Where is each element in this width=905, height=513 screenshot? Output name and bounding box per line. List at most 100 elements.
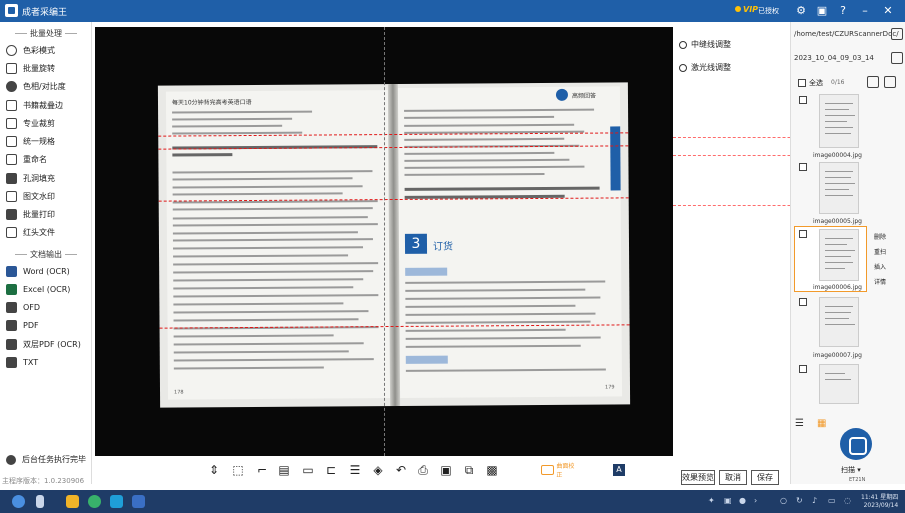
list-view-icon[interactable]: ☰ (795, 418, 804, 429)
context-details[interactable]: 详情 (874, 277, 886, 286)
excel-icon (6, 283, 17, 295)
radio-icon (679, 63, 687, 72)
file-manager-icon[interactable] (66, 495, 79, 508)
left-page-header: 每天10分钟背完高考英语口语 (171, 98, 252, 107)
context-delete[interactable]: 删除 (874, 232, 886, 241)
settings-gear-icon[interactable]: ⚙ (793, 3, 809, 19)
close-icon[interactable]: ✕ (880, 3, 896, 19)
tray-app-icon[interactable]: ● (739, 496, 746, 505)
check-circle-icon (6, 454, 16, 465)
thumb-checkbox[interactable] (799, 230, 807, 238)
menu-rename[interactable]: 重命名 (6, 151, 92, 167)
context-rescan[interactable]: 重扫 (874, 247, 886, 256)
tray-search-icon[interactable]: ○ (780, 496, 787, 505)
tray-volume-icon[interactable]: ♪ (812, 496, 817, 505)
ocr-area-icon[interactable]: ▤ (276, 462, 292, 478)
image-viewer[interactable]: 每天10分钟背完高考英语口语 178 高频回答 3 订货 179 (95, 27, 673, 456)
color-icon[interactable]: ◈ (370, 462, 386, 478)
print-icon[interactable]: ⎙ (415, 462, 431, 478)
scan-button[interactable] (840, 428, 872, 460)
thumb-checkbox[interactable] (799, 163, 807, 171)
clock-time: 11:41 星期四 (861, 494, 899, 501)
tray-arrow-icon[interactable]: › (754, 496, 757, 505)
menu-pdf[interactable]: PDF (6, 317, 92, 333)
menu-pro-crop[interactable]: 专业裁剪 (6, 115, 92, 131)
crop-icon[interactable]: ⌐ (254, 462, 270, 478)
option-mid-line[interactable]: 中缝线调整 (679, 39, 731, 50)
menu-word-ocr[interactable]: Word (OCR) (6, 263, 92, 279)
folder-options-icon[interactable] (891, 52, 903, 64)
copy-icon[interactable]: ⧉ (461, 462, 477, 478)
menu-contrast[interactable]: 色相/对比度 (6, 78, 92, 94)
watermark-icon (6, 190, 17, 202)
edge-crop-icon[interactable]: ⊏ (323, 462, 339, 478)
thumbnail-image[interactable] (819, 364, 859, 404)
right-page-number: 179 (604, 384, 615, 391)
menu-fill-hole[interactable]: 孔洞填充 (6, 170, 92, 186)
split-page-icon[interactable] (867, 76, 879, 88)
chapter-number: 3 (404, 233, 428, 254)
vip-badge[interactable]: VIP (735, 5, 758, 14)
merge-page-icon[interactable] (884, 76, 896, 88)
thumbnail-image[interactable] (819, 229, 859, 281)
thumbnail-label: image00005.jpg (813, 218, 862, 225)
menu-book-crop[interactable]: 书籍裁叠边 (6, 97, 92, 113)
select-all-checkbox[interactable]: 全选 (798, 78, 823, 88)
section-label-bar (405, 267, 448, 276)
tray-input-icon[interactable]: ▣ (724, 496, 732, 505)
menu-batch-print[interactable]: 批量打印 (6, 206, 92, 222)
selection-count: 0/16 (831, 79, 845, 86)
start-menu-icon[interactable] (12, 495, 25, 508)
qr-code-icon[interactable]: ▩ (484, 462, 500, 478)
system-clock[interactable]: 11:41 星期四 2023/09/14 (861, 494, 898, 510)
thumbnail-image[interactable] (819, 94, 859, 148)
undo-icon[interactable]: ↶ (393, 462, 409, 478)
adjust-lines-icon[interactable]: ☰ (347, 462, 363, 478)
file-panel: /home/test/CZURScannerDoc/ 2023_10_04_09… (790, 22, 905, 484)
save-button[interactable]: 保存 (751, 470, 779, 485)
menu-batch-rotate[interactable]: 批量旋转 (6, 60, 92, 76)
menu-dual-pdf-ocr[interactable]: 双层PDF (OCR) (6, 336, 92, 352)
curve-correction-tool[interactable]: 曲面校正 (541, 463, 579, 479)
preview-button[interactable]: 效果预览 (681, 470, 715, 485)
thumbnail-image[interactable] (819, 162, 859, 214)
context-insert[interactable]: 插入 (874, 262, 886, 271)
tray-refresh-icon[interactable]: ↻ (796, 496, 803, 505)
thumb-checkbox[interactable] (799, 365, 807, 373)
app-store-icon[interactable] (110, 495, 123, 508)
thumbnail-image[interactable] (819, 297, 859, 347)
minimize-icon[interactable]: – (857, 3, 873, 19)
fit-height-icon[interactable]: ⇕ (206, 462, 222, 478)
center-split-line[interactable] (384, 27, 385, 456)
ai-icon[interactable]: A (613, 464, 625, 476)
cancel-button[interactable]: 取消 (719, 470, 747, 485)
open-folder-icon[interactable] (891, 28, 903, 40)
menu-excel-ocr[interactable]: Excel (OCR) (6, 281, 92, 297)
menu-color-mode[interactable]: 色彩模式 (6, 42, 92, 58)
tray-power-icon[interactable]: ◌ (844, 496, 851, 505)
menu-ofd[interactable]: OFD (6, 299, 92, 315)
menu-watermark[interactable]: 图文水印 (6, 188, 92, 204)
tray-display-icon[interactable]: ▭ (828, 496, 836, 505)
grid-view-icon[interactable]: ▦ (817, 418, 826, 429)
thumb-checkbox[interactable] (799, 96, 807, 104)
thumb-checkbox[interactable] (799, 298, 807, 306)
browser-icon[interactable] (88, 495, 101, 508)
menu-red-header[interactable]: 红头文件 (6, 224, 92, 240)
menu-uniform-size[interactable]: 统一规格 (6, 133, 92, 149)
help-icon[interactable]: ? (835, 3, 851, 19)
scanner-app-icon[interactable] (132, 495, 145, 508)
menu-txt[interactable]: TXT (6, 354, 92, 370)
option-laser-line[interactable]: 激光线调整 (679, 62, 731, 73)
sidebar: 批量处理 色彩模式 批量旋转 色相/对比度 书籍裁叠边 专业裁剪 统一规格 重命… (0, 22, 92, 485)
scan-label[interactable]: 扫描 ▾ (841, 465, 861, 475)
tray-network-icon[interactable]: ✦ (708, 496, 715, 505)
ocr-icon[interactable]: ▣ (438, 462, 454, 478)
palette-icon (6, 44, 17, 56)
erase-area-icon[interactable]: ▭ (300, 462, 316, 478)
chapter-title: 订货 (432, 241, 454, 253)
message-icon[interactable]: ▣ (814, 3, 830, 19)
task-view-icon[interactable] (36, 495, 44, 508)
select-area-icon[interactable]: ⬚ (230, 462, 246, 478)
bottom-toolbar: ⇕ ⬚ ⌐ ▤ ▭ ⊏ ☰ ◈ ↶ ⎙ ▣ ⧉ ▩ 曲面校正 A (92, 457, 690, 484)
